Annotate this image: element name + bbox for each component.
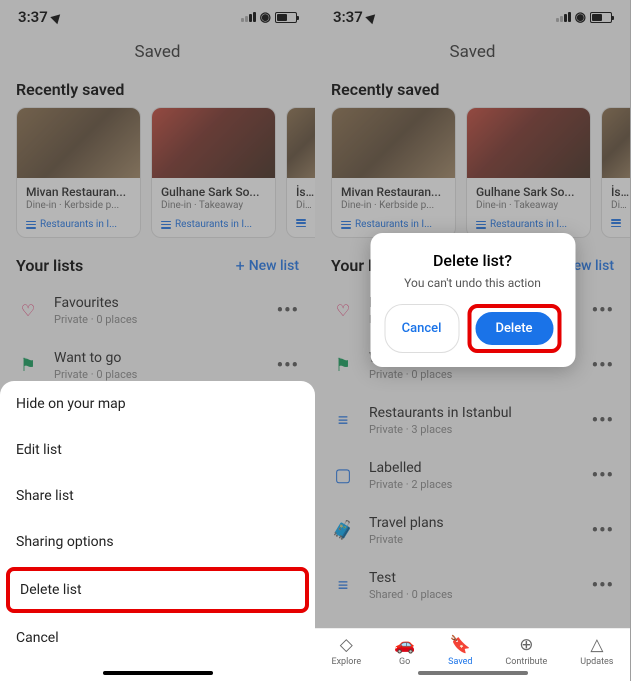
sheet-sharing-options[interactable]: Sharing options: [0, 519, 315, 565]
home-indicator[interactable]: [103, 671, 213, 675]
sheet-cancel[interactable]: Cancel: [0, 615, 315, 661]
action-sheet: Hide on your map Edit list Share list Sh…: [0, 381, 315, 681]
sheet-delete[interactable]: Delete list: [6, 567, 309, 613]
bell-icon: △: [590, 635, 603, 655]
nav-go[interactable]: 🚗Go: [394, 635, 415, 667]
car-icon: 🚗: [394, 635, 415, 655]
bookmark-icon: 🔖: [450, 635, 471, 655]
nav-updates[interactable]: △Updates: [580, 635, 613, 667]
dialog-cancel-button[interactable]: Cancel: [384, 304, 459, 353]
dialog-delete-button[interactable]: Delete: [475, 312, 553, 345]
nav-saved[interactable]: 🔖Saved: [448, 635, 472, 667]
home-indicator[interactable]: [418, 671, 528, 675]
sheet-hide[interactable]: Hide on your map: [0, 381, 315, 427]
dialog-message: You can't undo this action: [384, 276, 561, 290]
nav-contribute[interactable]: ⊕Contribute: [505, 635, 547, 667]
plus-circle-icon: ⊕: [519, 635, 533, 655]
delete-dialog: Delete list? You can't undo this action …: [370, 233, 575, 367]
bottom-nav: ◇Explore 🚗Go 🔖Saved ⊕Contribute △Updates: [315, 628, 630, 681]
dialog-title: Delete list?: [384, 251, 561, 270]
pin-icon: ◇: [340, 635, 353, 655]
sheet-share[interactable]: Share list: [0, 473, 315, 519]
phone-left: 3:37 ◉ Saved Recently saved Mivan Restau…: [0, 0, 315, 681]
phone-right: 3:37 ◉ Saved Recently saved Mivan Restau…: [315, 0, 630, 681]
nav-explore[interactable]: ◇Explore: [331, 635, 361, 667]
sheet-edit[interactable]: Edit list: [0, 427, 315, 473]
